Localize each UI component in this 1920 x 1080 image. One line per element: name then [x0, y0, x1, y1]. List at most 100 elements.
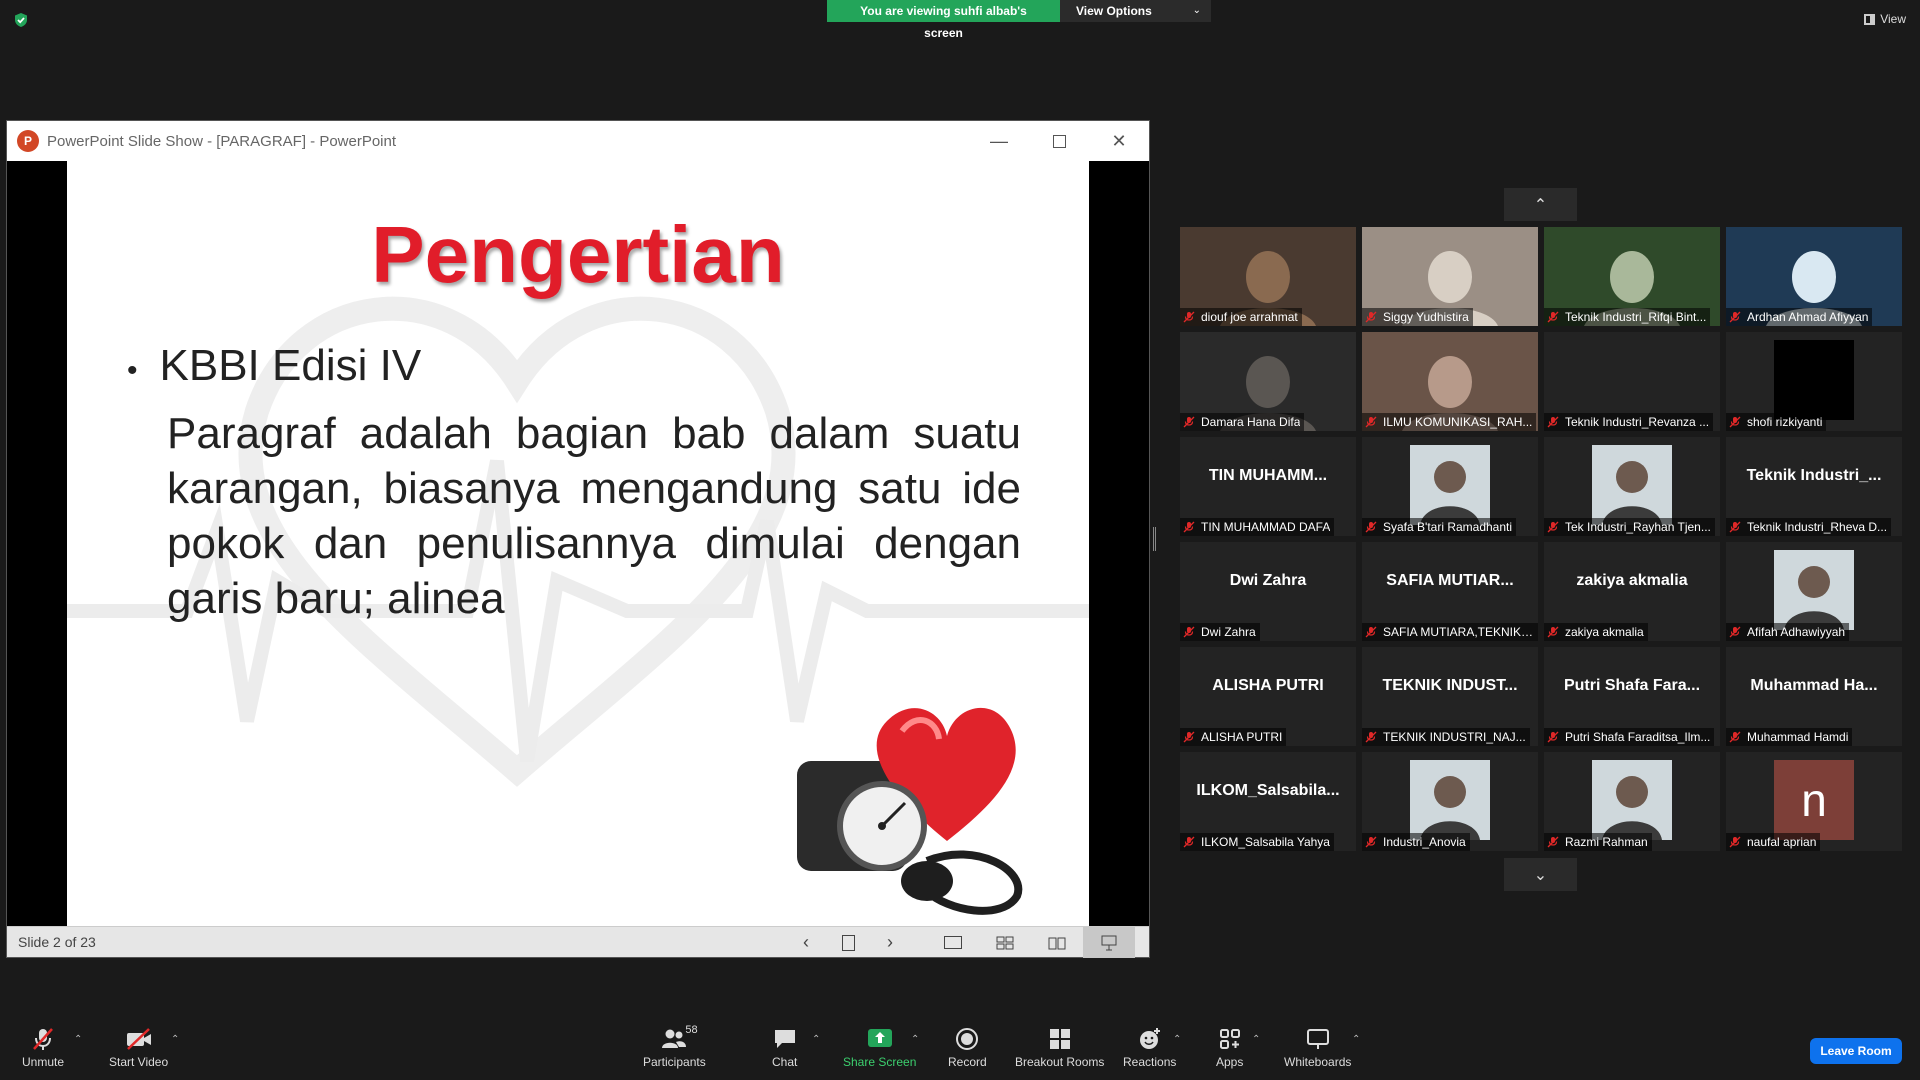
participant-name: Teknik Industri_Rifqi Bint... [1565, 310, 1707, 324]
participant-name: TIN MUHAMMAD DAFA [1201, 520, 1331, 534]
participant-name: diouf joe arrahmat [1201, 310, 1298, 324]
participant-tile[interactable]: Muhammad Ha... Muhammad Hamdi [1726, 647, 1902, 746]
participant-tile[interactable]: diouf joe arrahmat [1180, 227, 1356, 326]
participants-button[interactable]: 58 Participants [643, 1024, 706, 1069]
participant-name-label: TEKNIK INDUSTRI_NAJ... [1362, 728, 1530, 746]
participant-name-label: ALISHA PUTRI [1180, 728, 1287, 746]
participant-tile[interactable]: n naufal aprian [1726, 752, 1902, 851]
reactions-options-caret-icon[interactable]: ⌃ [1173, 1034, 1181, 1045]
maximize-icon[interactable] [1029, 121, 1089, 161]
muted-mic-icon [1729, 836, 1741, 848]
reading-view-icon[interactable] [1031, 927, 1083, 958]
encryption-shield-icon[interactable] [13, 12, 29, 28]
participant-tile[interactable]: ILKOM_Salsabila... ILKOM_Salsabila Yahya [1180, 752, 1356, 851]
previous-slide-icon[interactable]: ‹ [785, 927, 827, 958]
participant-tile[interactable]: ALISHA PUTRI ALISHA PUTRI [1180, 647, 1356, 746]
slide-sorter-icon[interactable] [979, 927, 1031, 958]
participant-tile[interactable]: Afifah Adhawiyyah [1726, 542, 1902, 641]
record-icon [956, 1028, 979, 1050]
participant-tile[interactable]: Dwi Zahra Dwi Zahra [1180, 542, 1356, 641]
ppt-title-bar: P PowerPoint Slide Show - [PARAGRAF] - P… [7, 121, 1149, 161]
participant-name-label: Razmi Rahman [1544, 833, 1652, 851]
gallery-page-down-button[interactable]: ⌄ [1504, 858, 1577, 891]
reactions-button[interactable]: Reactions [1123, 1026, 1176, 1069]
participant-photo [1774, 340, 1854, 420]
participant-tile[interactable]: Razmi Rahman [1544, 752, 1720, 851]
participant-tile[interactable]: shofi rizkiyanti [1726, 332, 1902, 431]
breakout-rooms-icon [1049, 1029, 1070, 1049]
muted-mic-icon [1365, 521, 1377, 533]
muted-mic-icon [1729, 311, 1741, 323]
chevron-down-icon: ⌄ [1533, 866, 1548, 884]
participant-tile[interactable]: Siggy Yudhistira [1362, 227, 1538, 326]
video-options-caret-icon[interactable]: ⌃ [171, 1034, 179, 1045]
participant-tile[interactable]: Tek Industri_Rayhan Tjen... [1544, 437, 1720, 536]
participant-name: Muhammad Hamdi [1747, 730, 1849, 744]
chat-label: Chat [772, 1055, 798, 1069]
participant-tile[interactable]: Ardhan Ahmad Afiyyan [1726, 227, 1902, 326]
apps-options-caret-icon[interactable]: ⌃ [1252, 1034, 1260, 1045]
participant-tile[interactable]: zakiya akmalia zakiya akmalia [1544, 542, 1720, 641]
participant-tile[interactable]: Damara Hana Difa [1180, 332, 1356, 431]
slide-show-view-icon[interactable] [1083, 927, 1135, 958]
participant-tile[interactable]: TIN MUHAMM... TIN MUHAMMAD DAFA [1180, 437, 1356, 536]
panel-resize-handle[interactable] [1153, 527, 1156, 551]
normal-view-icon[interactable] [927, 927, 979, 958]
whiteboard-icon [1306, 1029, 1329, 1049]
participants-icon [662, 1029, 687, 1048]
unmute-button[interactable]: Unmute [22, 1026, 64, 1069]
muted-mic-icon [1365, 731, 1377, 743]
muted-mic-icon [1547, 311, 1559, 323]
participant-name: shofi rizkiyanti [1747, 415, 1823, 429]
breakout-rooms-button[interactable]: Breakout Rooms [1015, 1026, 1104, 1069]
unmute-label: Unmute [22, 1055, 65, 1069]
participant-tile[interactable]: Teknik Industri_Rifqi Bint... [1544, 227, 1720, 326]
audio-options-caret-icon[interactable]: ⌃ [74, 1034, 82, 1045]
participant-name: Tek Industri_Rayhan Tjen... [1565, 520, 1711, 534]
participant-name-label: Siggy Yudhistira [1362, 308, 1473, 326]
muted-mic-icon [1365, 836, 1377, 848]
chevron-down-icon: ⌄ [1192, 5, 1201, 16]
minimize-icon[interactable]: — [969, 121, 1029, 161]
chat-options-caret-icon[interactable]: ⌃ [812, 1034, 820, 1045]
participant-tile[interactable]: Syafa B'tari Ramadhanti [1362, 437, 1538, 536]
muted-mic-icon [1729, 521, 1741, 533]
leave-room-button[interactable]: Leave Room [1810, 1038, 1902, 1064]
participant-name-label: Muhammad Hamdi [1726, 728, 1853, 746]
participant-name-label: shofi rizkiyanti [1726, 413, 1827, 431]
gallery-page-up-button[interactable]: ⌃ [1504, 188, 1577, 221]
whiteboards-button[interactable]: Whiteboards [1284, 1026, 1351, 1069]
participant-display-name: TEKNIK INDUST... [1382, 677, 1518, 694]
next-slide-icon[interactable]: › [869, 927, 911, 958]
participant-tile[interactable]: SAFIA MUTIAR... SAFIA MUTIARA,TEKNIK ... [1362, 542, 1538, 641]
screen-share-banner: You are viewing suhfi albab's screen Vie… [827, 0, 1211, 40]
participant-tile[interactable]: Teknik Industri_Revanza ... [1544, 332, 1720, 431]
share-options-caret-icon[interactable]: ⌃ [911, 1034, 919, 1045]
participant-tile[interactable]: ILMU KOMUNIKASI_RAH... [1362, 332, 1538, 431]
layout-icon [1864, 13, 1876, 25]
record-button[interactable]: Record [948, 1026, 987, 1069]
participant-avatar: n [1774, 760, 1854, 840]
participant-tile[interactable]: Teknik Industri_... Teknik Industri_Rheva… [1726, 437, 1902, 536]
chat-button[interactable]: Chat [772, 1026, 797, 1069]
participant-display-name: ALISHA PUTRI [1212, 677, 1324, 694]
view-mode-buttons [927, 927, 1135, 958]
slide-menu-icon[interactable] [827, 927, 869, 958]
muted-mic-icon [1547, 836, 1559, 848]
whiteboards-options-caret-icon[interactable]: ⌃ [1352, 1034, 1360, 1045]
share-screen-label: Share Screen [843, 1055, 917, 1069]
view-layout-button[interactable]: View [1864, 12, 1906, 26]
participant-name: ILKOM_Salsabila Yahya [1201, 835, 1330, 849]
participant-name: Damara Hana Difa [1201, 415, 1301, 429]
share-screen-button[interactable]: Share Screen [843, 1026, 916, 1069]
close-icon[interactable]: ✕ [1089, 121, 1149, 161]
view-options-dropdown[interactable]: View Options ⌄ [1060, 0, 1211, 22]
slide-counter: Slide 2 of 23 [18, 934, 96, 950]
participant-tile[interactable]: TEKNIK INDUST... TEKNIK INDUSTRI_NAJ... [1362, 647, 1538, 746]
participant-name: ALISHA PUTRI [1201, 730, 1283, 744]
start-video-button[interactable]: Start Video [109, 1026, 168, 1069]
participant-tile[interactable]: Putri Shafa Fara... Putri Shafa Faraditsa… [1544, 647, 1720, 746]
apps-button[interactable]: Apps [1216, 1026, 1243, 1069]
participant-tile[interactable]: Industri_Anovia [1362, 752, 1538, 851]
muted-microphone-icon [33, 1028, 53, 1050]
